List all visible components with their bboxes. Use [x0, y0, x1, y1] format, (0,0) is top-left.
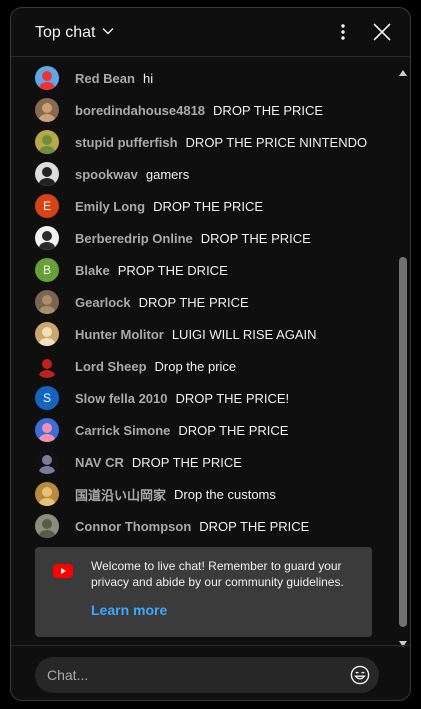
message-text: hi [142, 70, 154, 86]
avatar-image-icon [39, 519, 55, 538]
chat-message[interactable]: E Emily Long DROP THE PRICE [35, 194, 263, 218]
avatar-image-icon [39, 327, 55, 346]
avatar[interactable] [35, 514, 59, 538]
message-author[interactable]: Red Bean [75, 71, 135, 86]
message-text: DROP THE PRICE [153, 198, 264, 214]
avatar-letter: S [42, 391, 51, 405]
avatar-image-icon [39, 295, 55, 314]
message-text: gamers [145, 166, 190, 182]
avatar-image-icon [39, 167, 55, 186]
avatar[interactable] [35, 290, 59, 314]
avatar-image-icon [39, 231, 55, 250]
message-text: DROP THE PRICE! [175, 390, 290, 406]
message-author[interactable]: Gearlock [75, 295, 131, 310]
avatar-image-icon [39, 103, 55, 122]
message-author[interactable]: boredindahouse4818 [75, 103, 205, 118]
avatar-letter: E [42, 199, 51, 213]
message-text: DROP THE PRICE [200, 230, 311, 246]
message-author[interactable]: spookwav [75, 167, 138, 182]
chat-header: Top chat [11, 8, 410, 57]
avatar[interactable] [35, 354, 59, 378]
message-author[interactable]: Hunter Molitor [75, 327, 164, 342]
chat-message[interactable]: Carrick Simone DROP THE PRICE [35, 418, 288, 442]
message-author[interactable]: Lord Sheep [75, 359, 147, 374]
avatar[interactable] [35, 226, 59, 250]
message-author[interactable]: NAV CR [75, 455, 124, 470]
chat-message[interactable]: Hunter Molitor LUIGI WILL RISE AGAIN [35, 322, 317, 346]
avatar[interactable] [35, 66, 59, 90]
message-author[interactable]: Slow fella 2010 [75, 391, 168, 406]
message-author[interactable]: 国道沿い山岡家 [75, 485, 166, 504]
message-author[interactable]: Connor Thompson [75, 519, 191, 534]
message-text: PROP THE DRICE [117, 262, 228, 278]
chat-message[interactable]: S Slow fella 2010 DROP THE PRICE! [35, 386, 289, 410]
message-author[interactable]: stupid pufferfish [75, 135, 178, 150]
chat-input[interactable] [35, 657, 379, 693]
top-chat-dropdown[interactable]: Top chat [35, 22, 115, 44]
avatar[interactable] [35, 482, 59, 506]
avatar[interactable]: E [35, 194, 59, 218]
scroll-down-arrow-icon[interactable] [399, 634, 407, 647]
avatar-image-icon [39, 455, 55, 474]
live-chat-panel: Top chat Red Bean hi boredindahouse4818 DRO… [10, 7, 411, 701]
chat-message-list[interactable]: Red Bean hi boredindahouse4818 DROP THE PRI… [11, 58, 397, 643]
avatar[interactable] [35, 98, 59, 122]
chat-message[interactable]: NAV CR DROP THE PRICE [35, 450, 242, 474]
chat-message[interactable]: 国道沿い山岡家 Drop the customs [35, 482, 276, 506]
welcome-notice-text: Welcome to live chat! Remember to guard … [91, 559, 344, 589]
chat-message[interactable]: B Blake PROP THE DRICE [35, 258, 228, 282]
avatar[interactable] [35, 162, 59, 186]
avatar[interactable]: S [35, 386, 59, 410]
message-text: DROP THE PRICE [213, 102, 324, 118]
more-vert-icon[interactable] [331, 20, 355, 44]
message-author[interactable]: Emily Long [75, 199, 145, 214]
chat-message[interactable]: Berberedrip Online DROP THE PRICE [35, 226, 311, 250]
chat-message[interactable]: spookwav gamers [35, 162, 189, 186]
chevron-down-icon [101, 24, 115, 43]
scroll-up-arrow-icon[interactable] [399, 63, 407, 76]
avatar-image-icon [39, 423, 55, 442]
message-text: DROP THE PRICE [199, 518, 310, 534]
message-text: DROP THE PRICE NINTENDO [185, 134, 368, 150]
message-author[interactable]: Blake [75, 263, 110, 278]
avatar[interactable] [35, 322, 59, 346]
chat-mode-label: Top chat [35, 24, 96, 41]
emoji-icon[interactable] [350, 665, 370, 685]
youtube-logo-icon [53, 564, 73, 578]
chat-message[interactable]: stupid pufferfish DROP THE PRICE NINTENDO [35, 130, 367, 154]
close-icon[interactable] [370, 20, 394, 44]
avatar-image-icon [39, 487, 55, 506]
learn-more-link[interactable]: Learn more [91, 602, 167, 618]
avatar[interactable]: B [35, 258, 59, 282]
message-text: Drop the price [154, 358, 237, 374]
chat-message[interactable]: Gearlock DROP THE PRICE [35, 290, 249, 314]
message-text: LUIGI WILL RISE AGAIN [171, 326, 317, 342]
message-text: Drop the customs [174, 486, 276, 502]
message-author[interactable]: Berberedrip Online [75, 231, 193, 246]
chat-footer [11, 645, 410, 700]
avatar[interactable] [35, 130, 59, 154]
chat-message[interactable]: Red Bean hi [35, 66, 153, 90]
chat-message[interactable]: Lord Sheep Drop the price [35, 354, 236, 378]
chat-message[interactable]: boredindahouse4818 DROP THE PRICE [35, 98, 323, 122]
message-author[interactable]: Carrick Simone [75, 423, 170, 438]
message-text: DROP THE PRICE [138, 294, 249, 310]
message-text: DROP THE PRICE [131, 454, 242, 470]
avatar[interactable] [35, 450, 59, 474]
message-text: DROP THE PRICE [178, 422, 289, 438]
welcome-notice: Welcome to live chat! Remember to guard … [35, 547, 372, 637]
avatar-letter: B [42, 263, 51, 277]
avatar-image-icon [39, 135, 55, 154]
chat-message[interactable]: Connor Thompson DROP THE PRICE [35, 514, 309, 538]
avatar-image-icon [39, 71, 55, 90]
avatar[interactable] [35, 418, 59, 442]
avatar-image-icon [39, 359, 55, 378]
scrollbar-thumb[interactable] [399, 257, 407, 627]
